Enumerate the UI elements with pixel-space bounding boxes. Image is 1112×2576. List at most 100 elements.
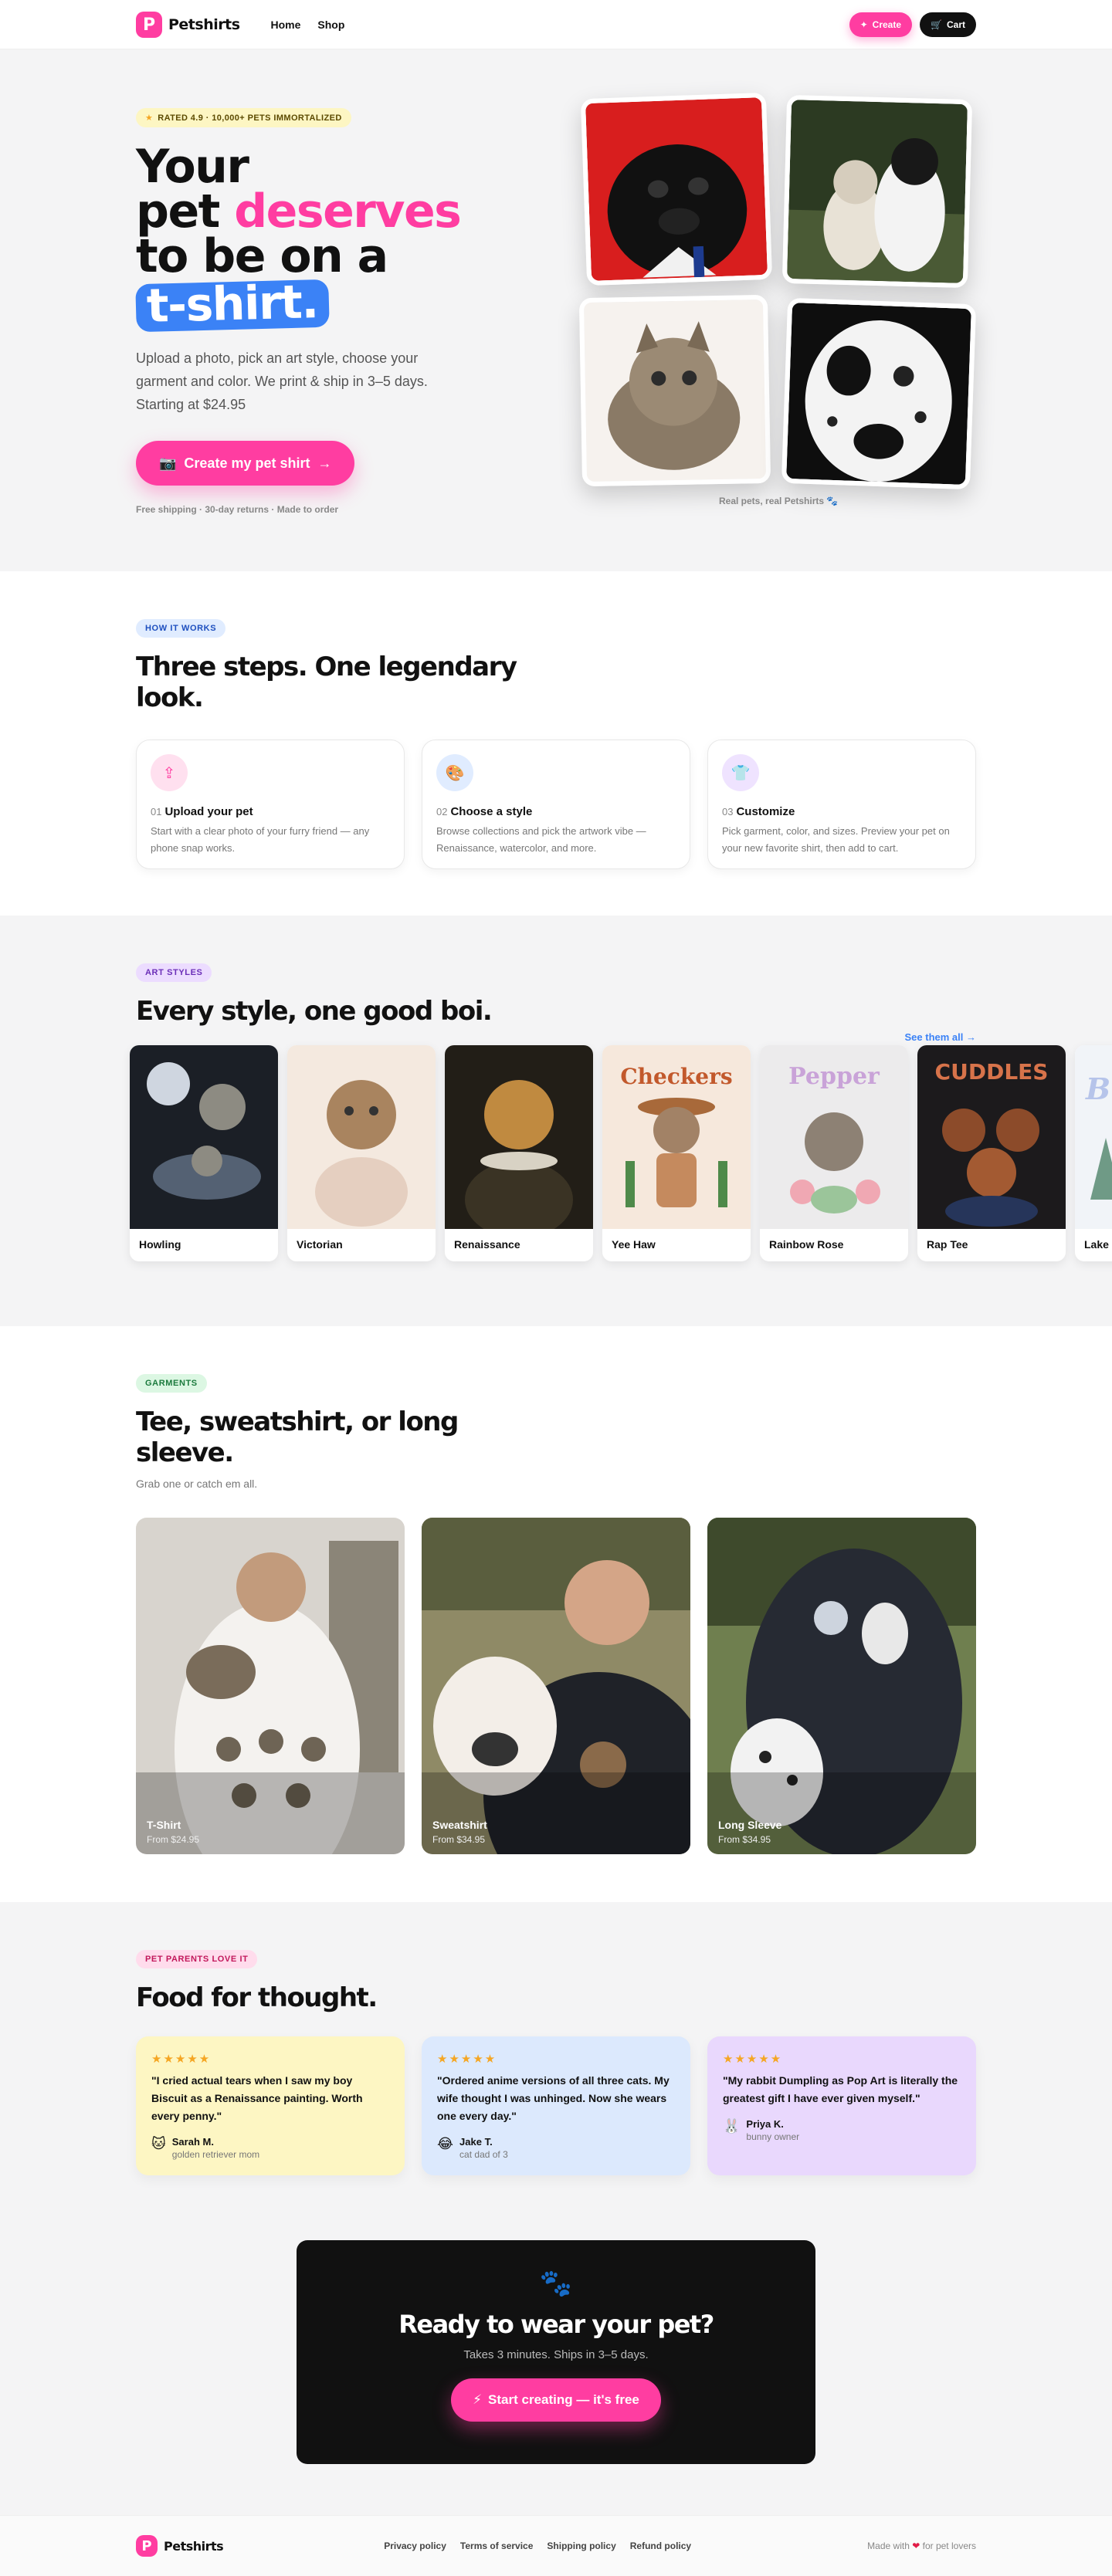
hero-title-line-3: to be on a <box>136 229 388 283</box>
logo-mark-icon: P <box>136 12 162 38</box>
cta-section: 🐾 Ready to wear your pet? Takes 3 minute… <box>0 2222 1112 2515</box>
reviewer-role: cat dad of 3 <box>459 2149 508 2160</box>
kitten-photo <box>578 294 771 487</box>
footer: P Petshirts Privacy policy Terms of serv… <box>0 2515 1112 2575</box>
garments-tag: GARMENTS <box>136 1374 207 1393</box>
step-text: Browse collections and pick the artwork … <box>436 825 646 854</box>
see-all-link[interactable]: See them all → <box>905 1031 977 1043</box>
cta-subtitle: Takes 3 minutes. Ships in 3–5 days. <box>463 2348 649 2361</box>
logo-text: Petshirts <box>164 2538 224 2554</box>
style-carousel[interactable]: Howling Victorian Renaissance Checkers Y… <box>0 1045 1112 1269</box>
hero-title: Your pet deserves to be on a t-shirt. <box>135 140 568 333</box>
cta-title: Ready to wear your pet? <box>398 2310 714 2339</box>
step-title: Upload your pet <box>164 805 253 818</box>
style-label: Lake <box>1084 1238 1109 1251</box>
lake-art: B <box>1075 1045 1112 1229</box>
made-with-love: Made with ❤ for pet lovers <box>867 2540 976 2551</box>
garment-name: T-Shirt <box>147 1819 181 1831</box>
nav-home-link[interactable]: Home <box>271 19 301 31</box>
reviews-tag: PET PARENTS LOVE IT <box>136 1950 258 1968</box>
create-button-label: Create <box>872 19 902 30</box>
rap-tee-art: CUDDLES <box>917 1045 1066 1229</box>
step-number: 01 <box>151 806 162 817</box>
yee-haw-art: Checkers <box>602 1045 751 1229</box>
cta-box: 🐾 Ready to wear your pet? Takes 3 minute… <box>297 2240 815 2464</box>
style-label: Howling <box>139 1238 181 1251</box>
hero-section: ★ RATED 4.9 · 10,000+ PETS IMMORTALIZED … <box>0 49 1112 571</box>
yee-haw-art-text: Checkers <box>620 1064 732 1089</box>
rap-tee-art-text: CUDDLES <box>935 1059 1049 1085</box>
victorian-art <box>287 1045 436 1229</box>
review-card: ★★★★★ "My rabbit Dumpling as Pop Art is … <box>707 2036 976 2175</box>
start-creating-button[interactable]: ⚡ Start creating — it's free <box>451 2378 661 2422</box>
garments-title: Tee, sweatshirt, or long sleeve. <box>136 1406 459 1468</box>
terms-link[interactable]: Terms of service <box>460 2540 534 2551</box>
star-icon: ★ <box>145 113 154 123</box>
styles-tag: ART STYLES <box>136 963 212 982</box>
reviewer-avatar: 🐰 <box>723 2118 741 2134</box>
style-card-rap-tee[interactable]: CUDDLES Rap Tee <box>917 1045 1066 1261</box>
shipping-policy-link[interactable]: Shipping policy <box>547 2540 615 2551</box>
footer-logo[interactable]: P Petshirts <box>136 2535 224 2557</box>
garment-card-sweatshirt[interactable]: Sweatshirt From $34.95 <box>422 1518 690 1854</box>
reviews-title: Food for thought. <box>136 1982 378 2013</box>
reviews-section: PET PARENTS LOVE IT Food for thought. ★★… <box>0 1902 1112 2222</box>
pug-photo <box>580 92 773 286</box>
style-label: Rainbow Rose <box>769 1238 844 1251</box>
review-quote: "Ordered anime versions of all three cat… <box>437 2074 670 2122</box>
style-card-howling[interactable]: Howling <box>130 1045 278 1261</box>
step-number: 02 <box>436 806 448 817</box>
logo[interactable]: P Petshirts <box>136 12 240 38</box>
howling-art <box>130 1045 278 1229</box>
create-button[interactable]: ✦ Create <box>849 12 913 37</box>
how-it-works-section: HOW IT WORKS Three steps. One legendary … <box>0 571 1112 916</box>
lake-art-text: B <box>1085 1071 1110 1106</box>
review-card: ★★★★★ "Ordered anime versions of all thr… <box>422 2036 690 2175</box>
see-all-label: See them all <box>904 1031 964 1043</box>
step-card-customize: 👕 03 Customize Pick garment, color, and s… <box>707 740 976 869</box>
step-title: Customize <box>736 805 795 818</box>
rainbow-rose-art: Pepper <box>760 1045 908 1229</box>
cart-icon: 🛒 <box>931 19 942 30</box>
palette-icon: 🎨 <box>436 754 473 791</box>
dalmatian-image <box>786 303 971 485</box>
cart-button[interactable]: 🛒 Cart <box>920 12 976 37</box>
garment-card-long-sleeve[interactable]: Long Sleeve From $34.95 <box>707 1518 976 1854</box>
style-card-rainbow-rose[interactable]: Pepper Rainbow Rose <box>760 1045 908 1261</box>
reviewer-name: Sarah M. <box>171 2136 214 2148</box>
garment-card-tshirt[interactable]: T-Shirt From $24.95 <box>136 1518 405 1854</box>
hero-fine-print: Free shipping · 30-day returns · Made to… <box>136 504 339 515</box>
renaissance-art <box>445 1045 593 1229</box>
lightning-icon: ⚡ <box>473 2392 483 2407</box>
sweatshirt-photo <box>422 1518 690 1854</box>
long-sleeve-photo <box>707 1518 976 1854</box>
hero-cta-button[interactable]: 📷 Create my pet shirt → <box>136 441 355 486</box>
rating-text: RATED 4.9 · 10,000+ PETS IMMORTALIZED <box>158 113 342 123</box>
hero-title-line-1: Your <box>136 140 249 194</box>
garments-subtitle: Grab one or catch em all. <box>136 1478 258 1490</box>
pug-image <box>585 97 768 281</box>
rainbow-rose-art-text: Pepper <box>788 1063 880 1090</box>
style-card-yee-haw[interactable]: Checkers Yee Haw <box>602 1045 751 1261</box>
style-card-lake[interactable]: B Lake <box>1075 1045 1112 1261</box>
style-card-renaissance[interactable]: Renaissance <box>445 1045 593 1261</box>
made-with-text: Made with <box>867 2540 910 2551</box>
style-card-victorian[interactable]: Victorian <box>287 1045 436 1261</box>
privacy-policy-link[interactable]: Privacy policy <box>384 2540 446 2551</box>
cat-dog-image <box>787 100 968 283</box>
style-label: Yee Haw <box>612 1238 656 1251</box>
cart-button-label: Cart <box>946 19 965 30</box>
refund-policy-link[interactable]: Refund policy <box>630 2540 691 2551</box>
arrow-right-icon: → <box>966 1031 976 1043</box>
art-styles-section: ART STYLES Every style, one good boi. Se… <box>0 916 1112 1326</box>
reviewer-name: Jake T. <box>459 2136 493 2148</box>
reviewer-avatar: 😂 <box>437 2136 454 2151</box>
dalmatian-photo <box>781 297 977 490</box>
kitten-image <box>583 299 767 482</box>
for-pet-lovers-text: for pet lovers <box>922 2540 976 2551</box>
logo-mark-icon: P <box>136 2535 158 2557</box>
nav-shop-link[interactable]: Shop <box>317 19 344 31</box>
rating-stars: ★★★★★ <box>723 2053 783 2066</box>
upload-icon: ⇪ <box>151 754 188 791</box>
shirt-icon: 👕 <box>722 754 759 791</box>
